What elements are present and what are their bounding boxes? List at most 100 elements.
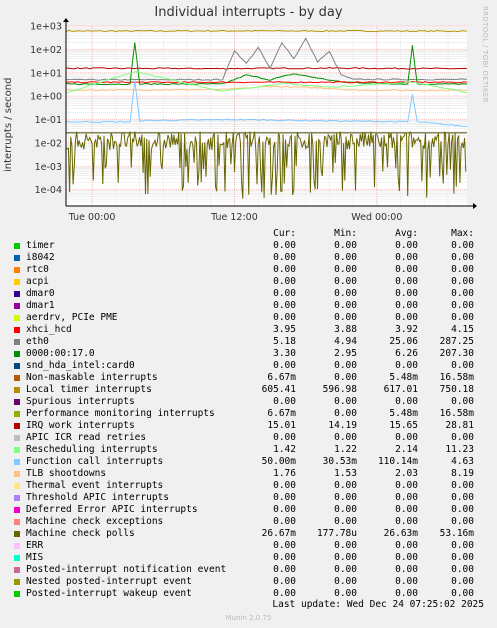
- legend-avg-value: 0.00: [395, 492, 418, 503]
- legend-cur-value: 0.00: [273, 576, 296, 587]
- legend-avg-value: 0.00: [395, 300, 418, 311]
- legend-cur-value: 0.00: [273, 240, 296, 251]
- col-avg-header: Avg:: [395, 228, 418, 239]
- legend-swatch: [14, 555, 20, 561]
- legend-label: dmar1: [26, 300, 55, 311]
- legend-cur-value: 0.00: [273, 396, 296, 407]
- legend-row: aerdrv, PCIe PME 0.00 0.00 0.00 0.00: [0, 312, 497, 324]
- x-tick-label: Tue 12:00: [210, 212, 258, 223]
- legend-swatch: [14, 279, 20, 285]
- legend-swatch: [14, 327, 20, 333]
- legend-cur-value: 0.00: [273, 288, 296, 299]
- legend-avg-value: 0.00: [395, 276, 418, 287]
- legend-min-value: 0.00: [334, 492, 357, 503]
- legend-max-value: 0.00: [451, 564, 474, 575]
- legend-cur-value: 0.00: [273, 360, 296, 371]
- legend-avg-value: 5.48m: [389, 408, 418, 419]
- legend-swatch: [14, 519, 20, 525]
- legend-min-value: 0.00: [334, 516, 357, 527]
- legend-label: Thermal event interrupts: [26, 480, 164, 491]
- x-tick-label: Tue 00:00: [68, 212, 116, 223]
- legend-table: timer 0.00 0.00 0.00 0.00 i8042 0.00 0.00 0.00 0.…: [0, 240, 497, 600]
- col-min-header: Min:: [334, 228, 357, 239]
- legend-min-value: 0.00: [334, 408, 357, 419]
- legend-avg-value: 110.14m: [377, 456, 418, 467]
- legend-cur-value: 6.67m: [267, 408, 296, 419]
- legend-swatch: [14, 243, 20, 249]
- x-tick-label: Wed 00:00: [351, 212, 402, 223]
- legend-row: Function call interrupts 50.00m 30.53m 110.…: [0, 456, 497, 468]
- legend-min-value: 0.00: [334, 396, 357, 407]
- legend-label: Deferred Error APIC interrupts: [26, 504, 198, 515]
- legend-cur-value: 0.00: [273, 540, 296, 551]
- legend-label: ERR: [26, 540, 44, 551]
- legend-label: rtc0: [26, 264, 49, 275]
- legend-swatch: [14, 459, 20, 465]
- legend-max-value: 0.00: [451, 312, 474, 323]
- legend-swatch: [14, 471, 20, 477]
- legend-avg-value: 6.26: [395, 348, 418, 359]
- legend-avg-value: 0.00: [395, 264, 418, 275]
- legend-swatch: [14, 339, 20, 345]
- legend-min-value: 2.95: [334, 348, 357, 359]
- legend-min-value: 0.00: [334, 264, 357, 275]
- y-tick-label: 1e-02: [35, 138, 62, 149]
- legend-avg-value: 15.65: [389, 420, 418, 431]
- legend-max-value: 4.63: [451, 456, 474, 467]
- legend-label: Function call interrupts: [26, 456, 164, 467]
- legend-swatch: [14, 315, 20, 321]
- legend-row: timer 0.00 0.00 0.00 0.00: [0, 240, 497, 252]
- legend-swatch: [14, 435, 20, 441]
- legend-row: Machine check polls 26.67m 177.78u 26.63m 53…: [0, 528, 497, 540]
- legend-avg-value: 5.48m: [389, 372, 418, 383]
- legend-avg-value: 0.00: [395, 240, 418, 251]
- legend-min-value: 0.00: [334, 432, 357, 443]
- legend-label: Posted-interrupt notification event: [26, 564, 227, 575]
- legend-label: 0000:00:17.0: [26, 348, 95, 359]
- legend-max-value: 0.00: [451, 252, 474, 263]
- legend-max-value: 8.19: [451, 468, 474, 479]
- legend-label: Rescheduling interrupts: [26, 444, 158, 455]
- legend-avg-value: 0.00: [395, 312, 418, 323]
- legend-avg-value: 2.14: [395, 444, 418, 455]
- legend-cur-value: 0.00: [273, 312, 296, 323]
- legend-max-value: 0.00: [451, 300, 474, 311]
- legend-cur-value: 5.18: [273, 336, 296, 347]
- legend-swatch: [14, 255, 20, 261]
- legend-max-value: 0.00: [451, 432, 474, 443]
- legend-row: acpi 0.00 0.00 0.00 0.00: [0, 276, 497, 288]
- legend-swatch: [14, 387, 20, 393]
- legend-max-value: 16.58m: [439, 372, 474, 383]
- legend-label: timer: [26, 240, 55, 251]
- legend-label: MIS: [26, 552, 44, 563]
- legend-row: Thermal event interrupts 0.00 0.00 0.00 0.00: [0, 480, 497, 492]
- legend-max-value: 16.58m: [439, 408, 474, 419]
- legend-label: snd_hda_intel:card0: [26, 360, 135, 371]
- legend-avg-value: 0.00: [395, 288, 418, 299]
- legend-avg-value: 0.00: [395, 564, 418, 575]
- legend-label: Machine check polls: [26, 528, 135, 539]
- y-tick-label: 1e+00: [30, 92, 62, 103]
- legend-cur-value: 0.00: [273, 480, 296, 491]
- legend-max-value: 750.18: [439, 384, 474, 395]
- legend-max-value: 0.00: [451, 276, 474, 287]
- legend-avg-value: 0.00: [395, 516, 418, 527]
- legend-avg-value: 0.00: [395, 552, 418, 563]
- legend-row: TLB shootdowns 1.76 1.53 2.03 8.19: [0, 468, 497, 480]
- legend-swatch: [14, 375, 20, 381]
- legend-swatch: [14, 567, 20, 573]
- legend-max-value: 0.00: [451, 396, 474, 407]
- legend-row: 0000:00:17.0 3.30 2.95 6.26 207.30: [0, 348, 497, 360]
- legend-row: APIC ICR read retries 0.00 0.00 0.00 0.00: [0, 432, 497, 444]
- legend-max-value: 11.23: [445, 444, 474, 455]
- col-max-header: Max:: [451, 228, 474, 239]
- legend-min-value: 0.00: [334, 240, 357, 251]
- legend-max-value: 0.00: [451, 264, 474, 275]
- legend-cur-value: 50.00m: [261, 456, 296, 467]
- legend-avg-value: 0.00: [395, 396, 418, 407]
- legend-cur-value: 1.42: [273, 444, 296, 455]
- legend-row: Machine check exceptions 0.00 0.00 0.00 0.00: [0, 516, 497, 528]
- x-axis-arrow: [473, 203, 477, 209]
- legend-swatch: [14, 579, 20, 585]
- last-update: Last update: Wed Dec 24 07:25:02 2025: [272, 599, 484, 610]
